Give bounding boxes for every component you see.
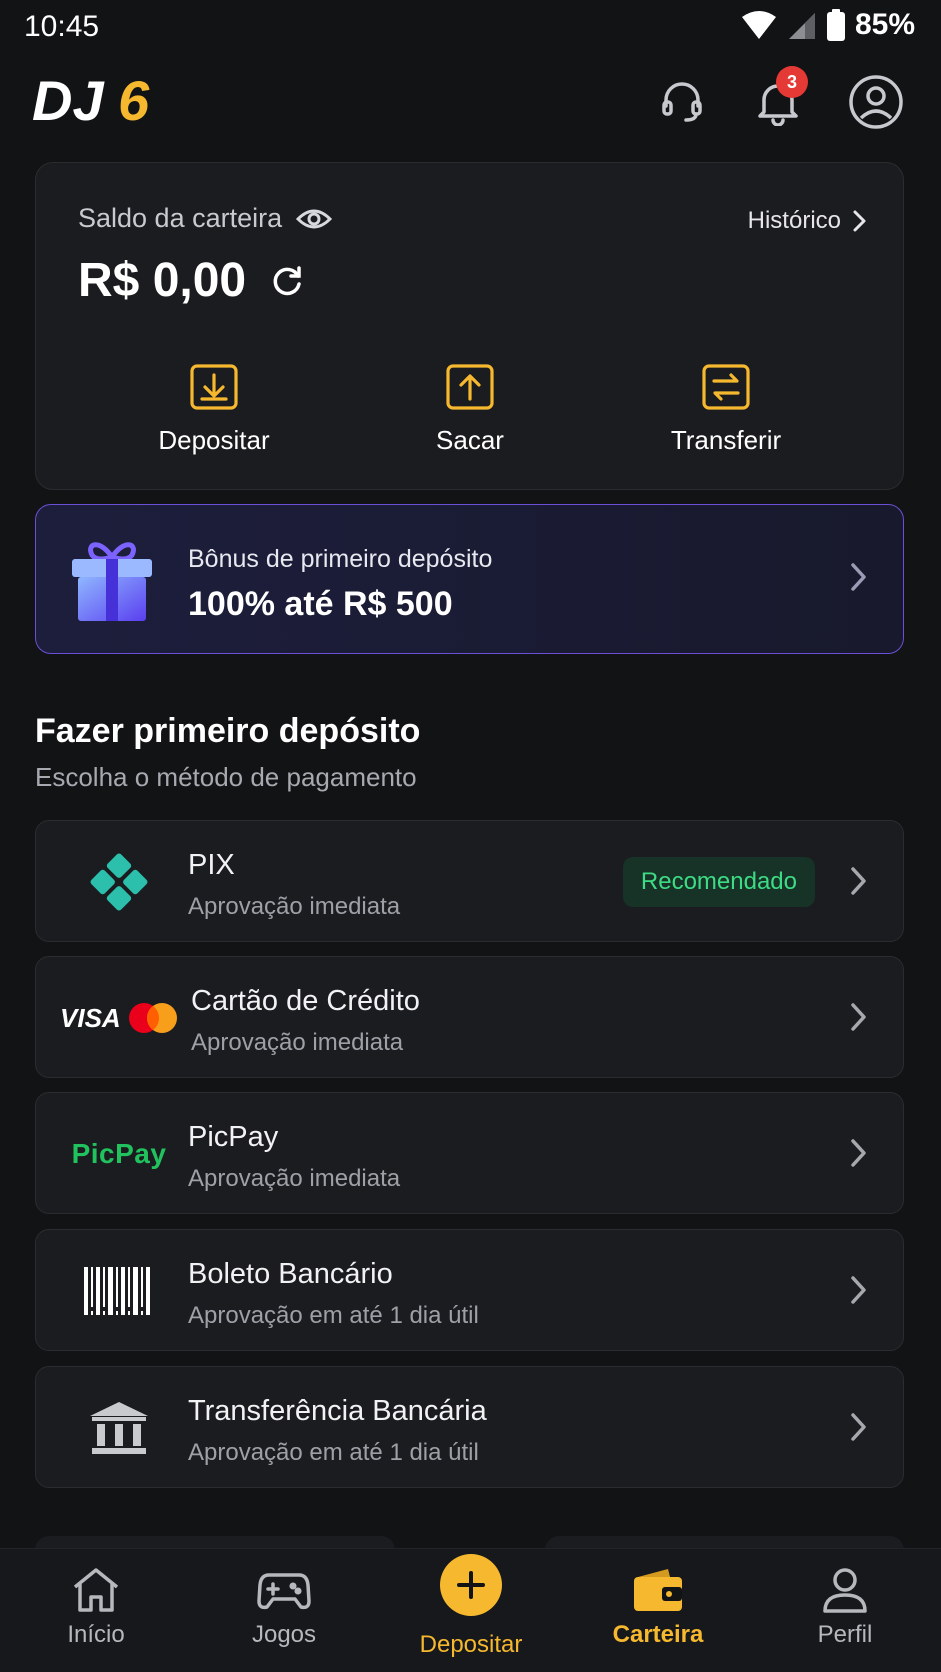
chevron-right-icon [851,1413,866,1441]
chevron-right-icon [851,1003,866,1031]
notifications-button[interactable]: 3 [750,66,808,130]
chevron-right-icon [851,867,866,895]
notification-badge: 3 [776,66,808,98]
user-icon [823,1568,867,1613]
refresh-icon[interactable] [270,264,304,298]
app-header: DJ 6 3 [0,60,941,144]
payment-method-name: Cartão de Crédito [191,985,420,1017]
wallet-card: Saldo da carteira Histórico R$ 0,00 Depo… [35,162,904,490]
wallet-balance: R$ 0,00 [78,254,247,307]
nav-label: Carteira [612,1621,704,1648]
nav-item-inicio[interactable]: Início [21,1567,171,1649]
user-circle-icon [849,75,903,129]
nav-label: Jogos [251,1621,317,1648]
payment-method-credit-card[interactable]: VISA Cartão de Crédito Aprovação imediat… [35,956,904,1078]
svg-text:DJ: DJ [32,70,105,130]
battery-percent: 85% [854,8,915,41]
wallet-label-row: Saldo da carteira [78,203,333,234]
status-icons: 85% [741,8,915,42]
transfer-action-label: Transferir [670,425,782,455]
deposit-icon [190,364,238,410]
payment-method-description: Aprovação imediata [188,893,401,920]
visa-logo-text: VISA [60,1003,121,1033]
payment-method-name: Transferência Bancária [188,1395,487,1427]
payment-method-picpay[interactable]: PicPay PicPay Aprovação imediata [35,1092,904,1214]
payment-method-pix[interactable]: PIX Aprovação imediata Recomendado [35,820,904,942]
wallet-balance-row: R$ 0,00 [78,253,304,308]
wallet-actions: Depositar Sacar Transferir [36,363,905,473]
withdraw-action-label: Sacar [436,425,504,455]
section-title: Fazer primeiro depósito [35,712,421,750]
chevron-right-icon [851,1139,866,1167]
payment-method-description: Aprovação imediata [191,1029,404,1056]
profile-button[interactable] [848,74,904,130]
payment-method-name: PicPay [188,1121,279,1153]
chevron-right-icon [853,210,866,232]
payment-method-description: Aprovação em até 1 dia útil [188,1439,479,1466]
chevron-right-icon [851,1276,866,1304]
wallet-icon [634,1569,682,1611]
withdraw-action-button[interactable]: Sacar [370,363,570,456]
payment-method-description: Aprovação imediata [188,1165,401,1192]
svg-text:6: 6 [118,70,150,130]
bonus-title: 100% até R$ 500 [188,585,453,623]
nav-item-depositar[interactable]: Depositar [396,1631,546,1659]
transfer-icon [702,364,750,410]
bank-icon [64,1393,174,1463]
home-icon [73,1568,119,1612]
nav-label: Início [67,1621,125,1648]
bonus-subtitle: Bônus de primeiro depósito [188,545,493,573]
wifi-icon [741,11,776,39]
status-time: 10:45 [24,10,100,43]
nav-item-perfil[interactable]: Perfil [770,1567,920,1649]
gamepad-icon [257,1573,311,1610]
payment-method-bank-transfer[interactable]: Transferência Bancária Aprovação em até … [35,1366,904,1488]
nav-item-jogos[interactable]: Jogos [209,1567,359,1649]
payment-method-name: PIX [188,849,235,881]
nav-label: Depositar [419,1631,523,1658]
picpay-logo: PicPay [64,1119,174,1189]
nav-label: Perfil [817,1621,873,1648]
withdraw-icon [446,364,494,410]
nav-item-carteira[interactable]: Carteira [583,1567,733,1649]
section-subtitle: Escolha o método de pagamento [35,762,417,792]
signal-icon [788,13,815,39]
history-label: Histórico [747,207,841,234]
brand-logo[interactable]: DJ 6 [32,70,182,130]
history-link[interactable]: Histórico [748,207,867,235]
payment-method-description: Aprovação em até 1 dia útil [188,1302,479,1329]
headset-icon [662,82,702,122]
payment-method-boleto[interactable]: Boleto Bancário Aprovação em até 1 dia ú… [35,1229,904,1351]
deposit-fab-button[interactable] [440,1554,502,1616]
battery-icon [826,9,845,41]
payment-method-name: Boleto Bancário [188,1258,393,1290]
picpay-logo-text: PicPay [71,1138,167,1169]
gift-icon [72,542,152,621]
eye-icon[interactable] [296,207,333,231]
pix-icon [64,847,174,917]
barcode-icon [64,1256,174,1326]
wallet-label: Saldo da carteira [78,203,283,233]
visa-mastercard-icon: VISA [58,983,182,1053]
status-bar: 10:45 85% [0,0,941,56]
transfer-action-button[interactable]: Transferir [626,363,826,456]
first-deposit-bonus-banner[interactable]: Bônus de primeiro depósito 100% até R$ 5… [35,504,904,654]
chevron-right-icon [851,563,866,591]
deposit-action-button[interactable]: Depositar [114,363,314,456]
support-button[interactable] [654,74,710,130]
recommended-badge: Recomendado [622,857,815,907]
deposit-action-label: Depositar [158,425,270,455]
plus-icon [457,1571,485,1599]
